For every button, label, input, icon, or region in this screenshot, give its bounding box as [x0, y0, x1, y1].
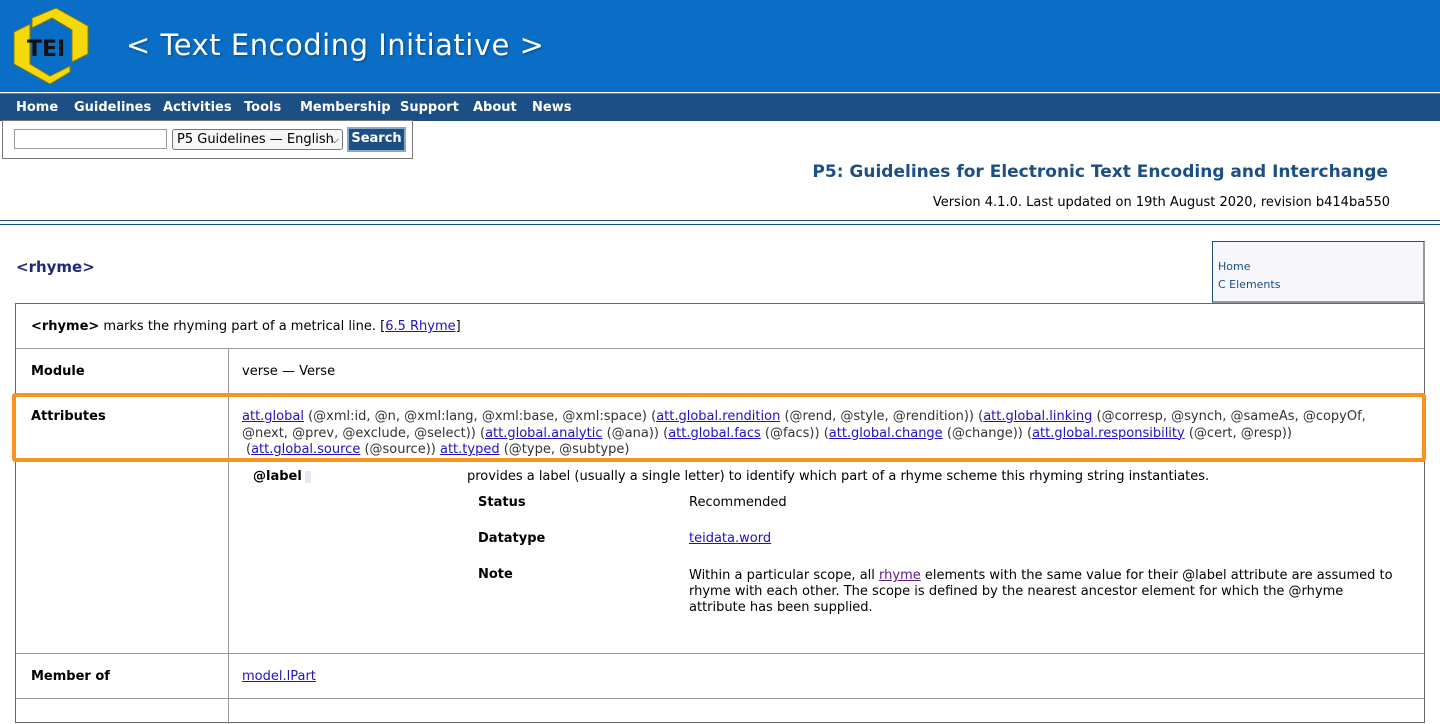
member-of-label: Member of	[31, 669, 110, 684]
attribute-class-link[interactable]: att.global.analytic	[485, 426, 602, 441]
search-input[interactable]	[14, 129, 167, 149]
main-nav: Home Guidelines Activities Tools Members…	[0, 93, 1440, 121]
element-spec-table: <rhyme> marks the rhyming part of a metr…	[15, 303, 1425, 724]
chevron-down-icon: ⌵	[330, 133, 339, 146]
status-label: Status	[478, 495, 526, 510]
attribute-class-link[interactable]: att.global.change	[829, 426, 943, 441]
attribute-class-text: (@change)) (	[942, 425, 1033, 441]
module-label: Module	[31, 364, 85, 379]
divider	[0, 220, 1440, 221]
module-value: verse — Verse	[242, 364, 336, 379]
attributes-label: Attributes	[31, 409, 106, 424]
note-label: Note	[478, 567, 513, 582]
attribute-marker-icon	[304, 470, 311, 483]
section-link-rhyme[interactable]: 6.5 Rhyme	[385, 319, 455, 334]
attributes-classes: att.global (@xml:id, @n, @xml:lang, @xml…	[242, 409, 1402, 459]
attribute-name-text: @label	[253, 469, 302, 484]
note-before: Within a particular scope, all	[689, 568, 880, 583]
version-line: Version 4.1.0. Last updated on 19th Augu…	[932, 195, 1390, 210]
datatype-label: Datatype	[478, 531, 546, 546]
nav-item-membership[interactable]: Membership	[300, 100, 391, 115]
breadcrumb-c-elements-link[interactable]: C Elements	[1218, 278, 1280, 291]
page-title: <rhyme>	[16, 258, 95, 276]
nav-item-activities[interactable]: Activities	[163, 100, 232, 115]
divider	[0, 224, 1440, 225]
site-title[interactable]: < Text Encoding Initiative >	[126, 28, 544, 62]
guidelines-title: P5: Guidelines for Electronic Text Encod…	[812, 162, 1388, 182]
nav-item-tools[interactable]: Tools	[244, 100, 281, 115]
header-banner: TEI < Text Encoding Initiative >	[0, 0, 1440, 92]
nav-item-about[interactable]: About	[473, 100, 517, 115]
element-summary: <rhyme> marks the rhyming part of a metr…	[31, 319, 461, 334]
search-button[interactable]: Search	[347, 127, 406, 152]
attribute-label-description: provides a label (usually a single lette…	[467, 469, 1210, 484]
attributes-line: (att.global.source (@source)) att.typed …	[242, 442, 1402, 459]
nav-item-guidelines[interactable]: Guidelines	[74, 100, 151, 115]
attribute-class-text: (@type, @subtype)	[499, 442, 630, 457]
attribute-class-text: (@xml:id, @n, @xml:lang, @xml:base, @xml…	[303, 409, 657, 424]
search-form: P5 Guidelines — English ⌵ Search	[2, 120, 413, 159]
attribute-class-text: (@rend, @style, @rendition)) (	[780, 409, 984, 424]
attribute-class-text: (@corresp, @synch, @sameAs, @copyOf,	[1092, 409, 1366, 424]
select-value: P5 Guidelines — English	[177, 132, 334, 147]
guidelines-language-select[interactable]: P5 Guidelines — English ⌵	[172, 129, 343, 150]
nav-item-support[interactable]: Support	[400, 100, 459, 115]
column-divider	[228, 348, 229, 724]
attribute-class-text: @next, @prev, @exclude, @select)) (	[242, 425, 486, 441]
breadcrumb-home-link[interactable]: Home	[1218, 260, 1250, 273]
member-of-link[interactable]: model.lPart	[242, 669, 316, 684]
attribute-class-text: (@source))	[360, 442, 440, 457]
attribute-label-name: @label	[253, 469, 311, 484]
attribute-class-link[interactable]: att.global.responsibility	[1032, 426, 1185, 441]
breadcrumb-box: Home C Elements	[1212, 241, 1425, 303]
attributes-line: att.global (@xml:id, @n, @xml:lang, @xml…	[242, 409, 1402, 426]
attribute-class-link[interactable]: att.global	[242, 409, 304, 424]
attribute-class-text: (@facs)) (	[760, 425, 829, 441]
status-value: Recommended	[689, 495, 787, 510]
attribute-class-link[interactable]: att.global.linking	[983, 409, 1092, 424]
summary-element-name: <rhyme>	[31, 319, 100, 334]
attribute-class-link[interactable]: att.typed	[440, 442, 500, 457]
attribute-class-text: (@ana)) (	[602, 425, 669, 441]
logo-text: TEI	[27, 37, 65, 62]
nav-item-home[interactable]: Home	[16, 100, 58, 115]
attribute-class-link[interactable]: att.global.source	[251, 442, 360, 457]
nav-item-news[interactable]: News	[532, 100, 571, 115]
summary-text: marks the rhyming part of a metrical lin…	[99, 319, 386, 334]
attribute-class-text: (@cert, @resp))	[1184, 425, 1293, 441]
rhyme-element-link[interactable]: rhyme	[879, 568, 921, 583]
attribute-class-link[interactable]: att.global.rendition	[656, 409, 780, 424]
tei-logo[interactable]: TEI	[12, 6, 90, 84]
attribute-class-link[interactable]: att.global.facs	[668, 426, 761, 441]
attributes-line: @next, @prev, @exclude, @select)) (att.g…	[242, 426, 1402, 443]
note-text: Within a particular scope, all rhyme ele…	[689, 568, 1399, 616]
datatype-link[interactable]: teidata.word	[689, 531, 771, 546]
summary-close: ]	[455, 319, 461, 334]
